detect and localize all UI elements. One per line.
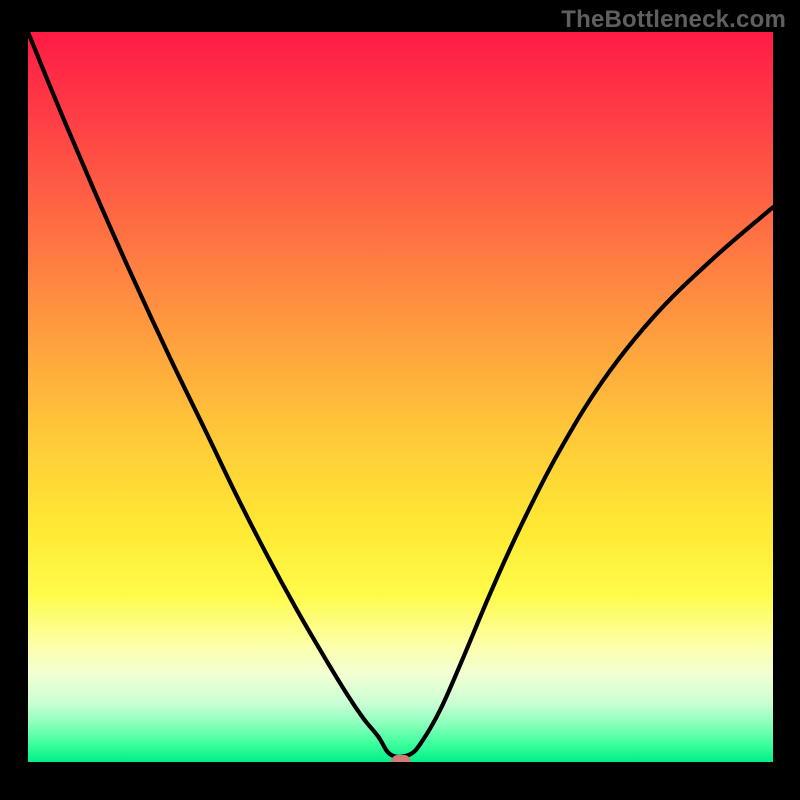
- curve-svg: [28, 32, 773, 762]
- chart-stage: TheBottleneck.com: [0, 0, 800, 800]
- watermark-text: TheBottleneck.com: [561, 6, 786, 34]
- bottleneck-curve: [28, 32, 773, 757]
- plot-area: [28, 32, 773, 762]
- optimal-marker: [391, 755, 411, 762]
